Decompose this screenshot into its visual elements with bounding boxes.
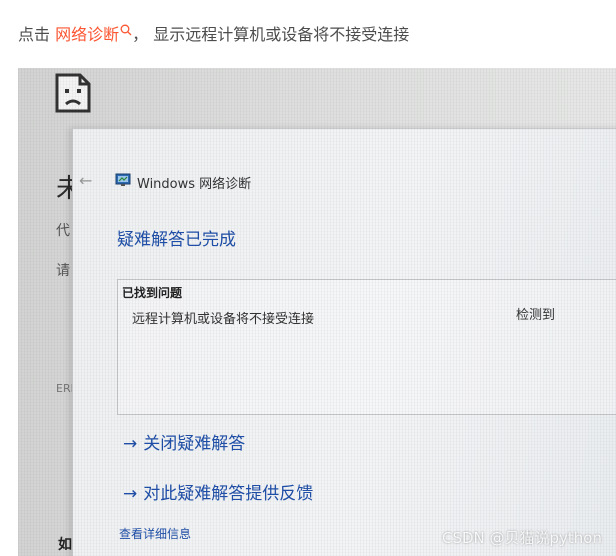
caption-prefix: 点击 <box>18 25 56 44</box>
arrow-right-icon: → <box>123 434 138 454</box>
watermark: CSDN @贝猫说python <box>441 529 602 547</box>
network-diagnostics-link[interactable]: 网络诊断 <box>55 25 119 44</box>
provide-feedback-link[interactable]: → 对此疑难解答提供反馈 <box>123 479 313 504</box>
network-diagnostics-dialog: ← Windows 网络诊断 疑难解答已完成 已找到问题 远程计算机或设备将不接… <box>72 128 616 556</box>
network-diagnostics-icon <box>115 173 131 186</box>
arrow-right-icon: → <box>123 484 138 504</box>
problems-found-label: 已找到问题 <box>122 286 183 300</box>
provide-feedback-label: 对此疑难解答提供反馈 <box>143 484 314 504</box>
problems-found-panel: 已找到问题 远程计算机或设备将不接受连接 检测到 <box>117 279 616 415</box>
close-troubleshooter-label: 关闭疑难解答 <box>143 434 246 454</box>
page-title: 疑难解答已完成 <box>117 230 236 250</box>
problem-description: 远程计算机或设备将不接受连接 <box>132 312 315 327</box>
view-details-link[interactable]: 查看详细信息 <box>119 525 191 542</box>
article-caption: 点击 网络诊断 ， 显示远程计算机或设备将不接受连接 <box>18 24 409 46</box>
sad-page-icon <box>55 73 91 113</box>
search-icon[interactable] <box>120 24 132 36</box>
dialog-title: Windows 网络诊断 <box>137 177 252 192</box>
background-line-2: 请 <box>56 263 70 279</box>
problem-status: 检测到 <box>516 308 556 323</box>
background-line-1: 代 <box>56 223 70 239</box>
background-bottom-text: 如 <box>58 537 72 553</box>
back-arrow-icon[interactable]: ← <box>79 171 92 190</box>
caption-suffix: ， 显示远程计算机或设备将不接受连接 <box>132 25 410 44</box>
screen-photo: 未 代 请 ERI 如 ← Windows 网络诊断 疑难解答已完成 已找到问题… <box>18 68 616 556</box>
close-troubleshooter-link[interactable]: → 关闭疑难解答 <box>123 429 245 454</box>
